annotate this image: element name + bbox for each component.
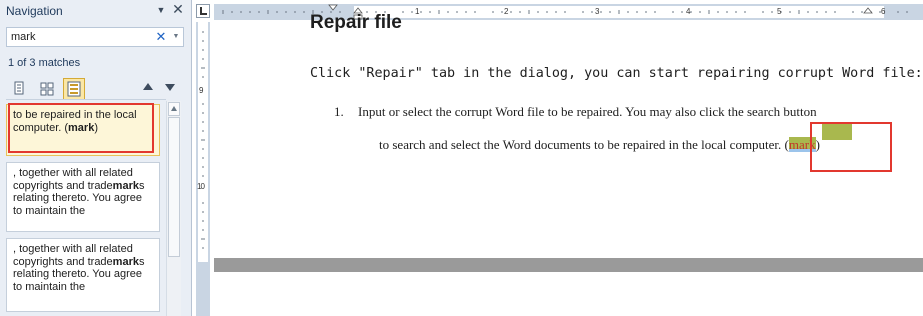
ruler-number: 1 [415, 7, 420, 16]
list-item-line-1: Input or select the corrupt Word file to… [358, 104, 817, 119]
result-match-text: mark [68, 121, 95, 134]
pane-options-chevron-icon[interactable]: ▼ [155, 4, 167, 16]
line-text-after: ) [815, 137, 820, 152]
result-text-after: ) [94, 121, 98, 134]
document-area[interactable]: Repair file Click "Repair" tab in the di… [214, 12, 923, 316]
result-match-text: mark [112, 255, 139, 268]
ruler-number: 2 [504, 7, 509, 16]
document-icon [14, 81, 24, 95]
match-highlight-block [822, 122, 852, 140]
grid-icon [40, 82, 54, 96]
tab-browse-headings[interactable] [8, 78, 30, 98]
ruler-number: 3 [595, 7, 600, 16]
search-options-chevron-down-icon[interactable]: ▼ [171, 29, 181, 45]
result-item-current[interactable]: to be repaired in the local computer. (m… [6, 104, 160, 156]
close-pane-icon[interactable]: ✕ [171, 2, 185, 16]
search-results-list: to be repaired in the local computer. (m… [6, 101, 166, 316]
document-page-next[interactable] [214, 272, 923, 316]
list-icon [67, 81, 81, 97]
result-item[interactable]: , together with all related copyrights a… [6, 162, 160, 232]
previous-result-arrow-icon[interactable] [142, 82, 154, 92]
navigation-pane-title: Navigation [6, 4, 63, 18]
right-indent-marker [863, 7, 873, 14]
tab-selector-button[interactable] [196, 4, 210, 18]
page-separator [214, 258, 923, 272]
navigation-pane: Navigation ▼ ✕ ✕ ▼ 1 of 3 matches [0, 0, 192, 316]
document-page[interactable]: Repair file Click "Repair" tab in the di… [214, 12, 923, 258]
scroll-up-arrow-icon[interactable] [168, 102, 180, 116]
ruler-number: 9 [199, 86, 204, 95]
ruler-number: 10 [197, 182, 205, 191]
list-item-line-2: to search and select the Word documents … [379, 137, 820, 153]
document-heading: Repair file [310, 12, 402, 33]
line-text-before: to search and select the Word documents … [379, 137, 789, 152]
scrollbar-thumb[interactable] [168, 117, 180, 257]
result-item[interactable]: , together with all related copyrights a… [6, 238, 160, 312]
ruler-number: 5 [777, 7, 782, 16]
next-result-arrow-icon[interactable] [164, 82, 176, 92]
match-count: 1 of 3 matches [8, 57, 81, 69]
clear-search-icon[interactable]: ✕ [155, 29, 167, 45]
tab-divider [6, 99, 166, 100]
first-line-indent-marker [328, 4, 338, 11]
instruction-paragraph: Click "Repair" tab in the dialog, you ca… [310, 66, 923, 81]
search-box[interactable]: ✕ ▼ [6, 27, 184, 47]
search-input[interactable] [7, 28, 151, 46]
results-scrollbar[interactable] [166, 101, 181, 316]
vertical-ruler[interactable]: 9 10 [196, 22, 210, 316]
search-match-highlight[interactable]: mark [788, 137, 816, 152]
result-match-text: mark [112, 179, 139, 192]
list-number: 1. [334, 104, 344, 119]
tab-browse-results[interactable] [63, 78, 85, 100]
ruler-number: 6 [881, 7, 886, 16]
ruler-number: 4 [686, 7, 691, 16]
tab-browse-pages[interactable] [36, 78, 58, 98]
ruler-ticks [201, 31, 205, 249]
